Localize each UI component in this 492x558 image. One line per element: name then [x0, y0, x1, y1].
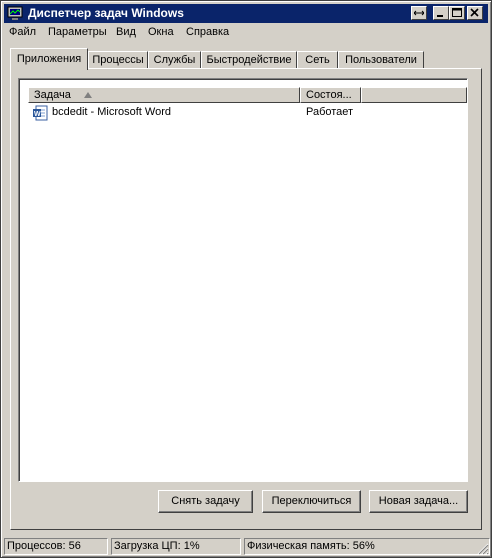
task-manager-icon [7, 6, 23, 21]
menu-options[interactable]: Параметры [48, 26, 107, 38]
resize-grip-icon[interactable] [477, 543, 489, 555]
tab-users[interactable]: Пользователи [338, 51, 424, 68]
table-row[interactable]: W bcdedit - Microsoft Word Работает [28, 104, 467, 122]
restore-resize-button[interactable] [411, 6, 427, 20]
menu-view[interactable]: Вид [116, 26, 136, 38]
svg-text:W: W [34, 111, 41, 118]
status-cpu-usage: Загрузка ЦП: 1% [111, 538, 241, 555]
close-icon [470, 8, 479, 17]
menu-help[interactable]: Справка [186, 26, 229, 38]
word-document-icon: W [33, 105, 49, 121]
minimize-button[interactable] [433, 6, 449, 20]
window-title: Диспетчер задач Windows [28, 6, 184, 20]
status-processes: Процессов: 56 [4, 538, 108, 555]
task-status: Работает [306, 106, 354, 118]
task-manager-window: Диспетчер задач Windows Файл Параметры В… [0, 0, 492, 558]
maximize-button[interactable] [449, 6, 465, 20]
menu-windows[interactable]: Окна [148, 26, 174, 38]
close-button[interactable] [467, 6, 483, 20]
tab-services[interactable]: Службы [148, 51, 201, 68]
new-task-button[interactable]: Новая задача... [369, 490, 468, 513]
column-header-filler [361, 87, 467, 103]
task-list-content: Задача Состоя... W bcdedit - Microsoft W… [28, 87, 467, 482]
switch-to-button[interactable]: Переключиться [262, 490, 361, 513]
tab-applications[interactable]: Приложения [10, 48, 88, 70]
status-bar: Процессов: 56 Загрузка ЦП: 1% Физическая… [4, 538, 490, 556]
sort-ascending-icon [84, 92, 92, 98]
column-task-label: Задача [34, 89, 71, 101]
menu-file[interactable]: Файл [9, 26, 36, 38]
status-memory: Физическая память: 56% [244, 538, 490, 555]
column-status-label: Состоя... [306, 89, 352, 101]
tab-networking[interactable]: Сеть [297, 51, 338, 68]
minimize-icon [437, 15, 443, 17]
menu-bar: Файл Параметры Вид Окна Справка [4, 24, 488, 42]
maximize-icon [452, 8, 462, 17]
tab-processes[interactable]: Процессы [88, 51, 148, 68]
restore-resize-icon [414, 10, 424, 16]
title-bar[interactable]: Диспетчер задач Windows [4, 4, 488, 23]
column-header-task[interactable]: Задача [28, 87, 300, 103]
task-name: bcdedit - Microsoft Word [52, 106, 172, 118]
end-task-button[interactable]: Снять задачу [158, 490, 253, 513]
tab-performance[interactable]: Быстродействие [201, 51, 297, 68]
column-header-status[interactable]: Состоя... [300, 87, 361, 103]
